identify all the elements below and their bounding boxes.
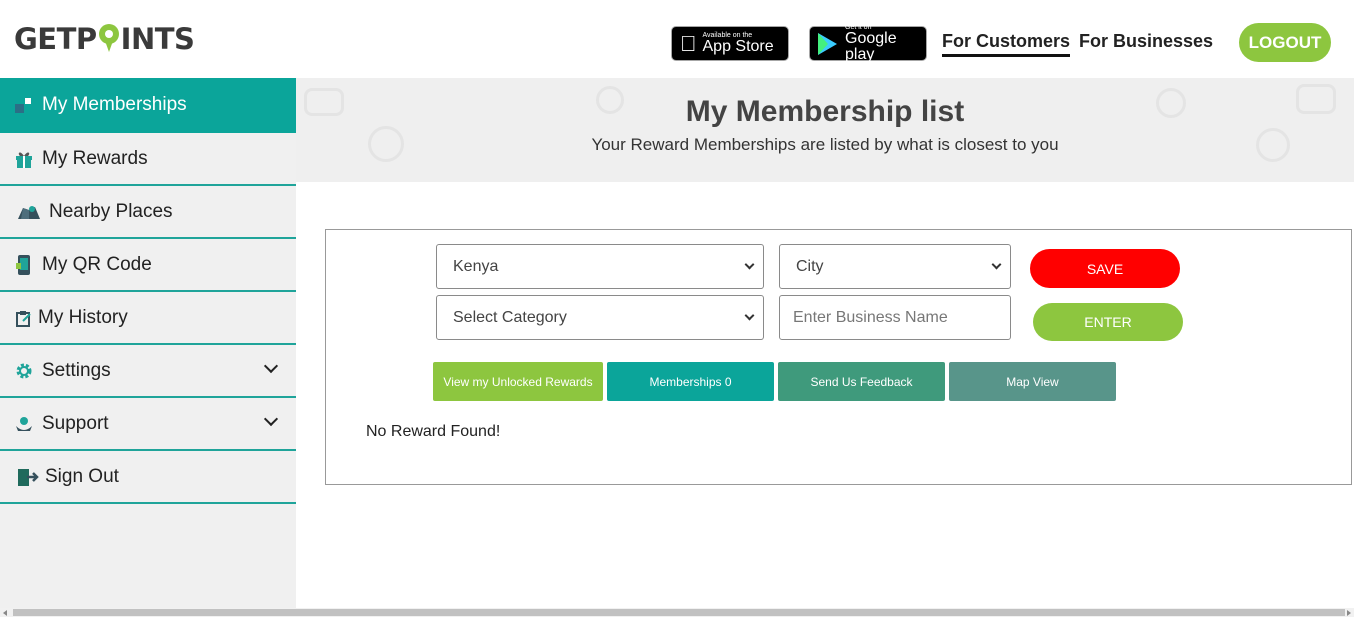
google-play-big: Google play [845, 30, 897, 63]
map-view-button[interactable]: Map View [949, 362, 1116, 401]
sidebar-item-support[interactable]: Support [0, 398, 296, 451]
sidebar-item-my-rewards[interactable]: My Rewards [0, 133, 296, 186]
category-value: Select Category [453, 308, 567, 326]
support-icon [13, 413, 35, 435]
sidebar-item-my-history[interactable]: My History [0, 292, 296, 345]
city-select[interactable]: City [779, 244, 1011, 289]
horizontal-scrollbar[interactable] [0, 608, 1354, 617]
logo-text-left: GETP [14, 22, 97, 56]
sidebar-item-label: Sign Out [45, 465, 119, 487]
membership-card: Kenya City Select Category Enter Busines… [325, 229, 1352, 485]
send-feedback-button[interactable]: Send Us Feedback [778, 362, 945, 401]
enter-button[interactable]: ENTER [1033, 303, 1183, 341]
sign-out-icon [17, 466, 39, 488]
page-subtitle: Your Reward Memberships are listed by wh… [591, 135, 1059, 154]
top-header: GETP INTS  Available on the App Store G… [0, 0, 1354, 78]
category-select[interactable]: Select Category [436, 295, 764, 340]
chevron-down-icon [744, 259, 755, 270]
sidebar-item-label: My Rewards [42, 147, 148, 169]
sidebar: My Memberships My Rewards Nearby Places … [0, 78, 296, 608]
sidebar-item-label: Support [42, 412, 109, 434]
memberships-icon [13, 94, 35, 116]
sidebar-item-my-memberships[interactable]: My Memberships [0, 78, 296, 133]
memberships-button[interactable]: Memberships 0 [607, 362, 774, 401]
getpoints-logo[interactable]: GETP INTS [14, 22, 195, 56]
location-pin-icon [98, 24, 120, 54]
sidebar-item-my-qr-code[interactable]: My QR Code [0, 239, 296, 292]
page-banner: My Membership list Your Reward Membershi… [296, 78, 1354, 182]
app-store-badge[interactable]:  Available on the App Store [671, 26, 789, 61]
phone-qr-icon [13, 254, 35, 276]
city-value: City [796, 257, 824, 275]
sidebar-item-label: My History [38, 306, 128, 328]
country-value: Kenya [453, 257, 499, 275]
logout-button[interactable]: LOGOUT [1239, 23, 1331, 62]
google-play-text: Get it on Google play [845, 24, 918, 63]
app-store-text: Available on the App Store [703, 32, 774, 55]
sidebar-item-label: Nearby Places [49, 200, 173, 222]
sidebar-item-nearby-places[interactable]: Nearby Places [0, 186, 296, 239]
map-icon [16, 201, 42, 223]
clipboard-icon [13, 307, 35, 329]
app-store-big: App Store [686, 38, 774, 55]
chevron-down-icon [744, 310, 755, 321]
google-play-badge[interactable]: Get it on Google play [809, 24, 927, 63]
nav-for-customers[interactable]: For Customers [942, 31, 1071, 57]
sidebar-item-sign-out[interactable]: Sign Out [0, 451, 296, 504]
save-button[interactable]: SAVE [1030, 249, 1180, 288]
sidebar-item-label: Settings [42, 359, 111, 381]
page-title: My Membership list [685, 95, 965, 128]
business-name-placeholder: Enter Business Name [793, 308, 948, 326]
scroll-right-icon[interactable] [1347, 610, 1351, 616]
nav-for-businesses[interactable]: For Businesses [1079, 31, 1213, 52]
play-icon [818, 32, 837, 55]
sidebar-item-label: My QR Code [42, 253, 152, 275]
view-unlocked-rewards-button[interactable]: View my Unlocked Rewards [433, 362, 603, 401]
apple-icon:  [680, 32, 697, 55]
chevron-down-icon[interactable] [263, 358, 279, 374]
scroll-left-icon[interactable] [3, 610, 7, 616]
gift-icon [13, 148, 35, 170]
chevron-down-icon[interactable] [263, 411, 279, 427]
sidebar-item-settings[interactable]: Settings [0, 345, 296, 398]
scrollbar-thumb[interactable] [13, 609, 1345, 616]
sidebar-item-label: My Memberships [42, 93, 187, 115]
gear-icon [13, 360, 35, 382]
chevron-down-icon [991, 259, 1002, 270]
logo-text-right: INTS [120, 22, 195, 56]
business-name-input[interactable]: Enter Business Name [779, 295, 1011, 340]
empty-state-message: No Reward Found! [366, 423, 501, 440]
country-select[interactable]: Kenya [436, 244, 764, 289]
